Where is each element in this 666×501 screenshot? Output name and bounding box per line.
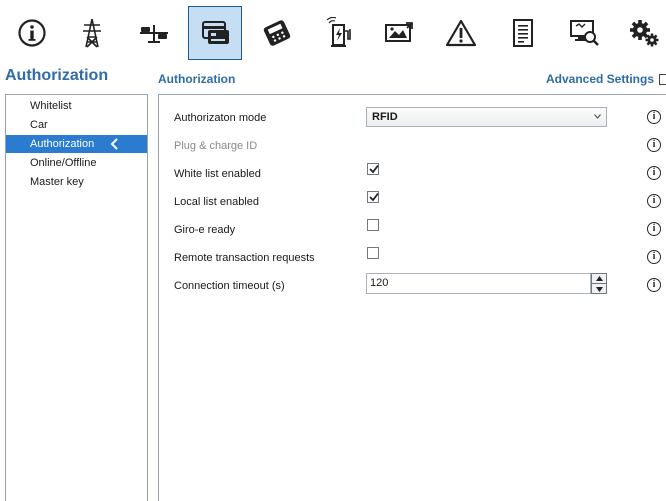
plug-charge-id-label: Plug & charge ID xyxy=(174,140,258,152)
white-list-enabled-checkbox[interactable] xyxy=(367,163,379,175)
warning-icon xyxy=(445,19,477,47)
toolbar-settings-button[interactable] xyxy=(617,6,666,60)
checkmark-icon xyxy=(369,164,379,174)
toolbar-log-button[interactable] xyxy=(496,6,550,60)
info-icon[interactable]: i xyxy=(647,250,661,264)
info-icon[interactable]: i xyxy=(647,166,661,180)
payment-terminal-icon xyxy=(263,20,291,46)
charging-station-icon xyxy=(326,17,351,47)
card-reader-icon xyxy=(202,21,229,44)
authorization-mode-select[interactable]: RFID xyxy=(366,107,607,127)
info-icon[interactable]: i xyxy=(647,222,661,236)
toolbar-grid-button[interactable] xyxy=(65,6,119,60)
toolbar-payment-button[interactable] xyxy=(250,6,304,60)
toolbar-info-button[interactable] xyxy=(5,6,59,60)
toolbar-display-button[interactable] xyxy=(373,6,427,60)
chevron-left-icon xyxy=(110,138,118,150)
balance-icon xyxy=(140,25,168,43)
authorization-mode-value: RFID xyxy=(372,111,398,123)
sidebar-item-online-offline[interactable]: Online/Offline xyxy=(6,154,147,172)
giro-e-ready-label: Giro-e ready xyxy=(174,224,236,236)
toolbar-alerts-button[interactable] xyxy=(434,6,488,60)
connection-timeout-label: Connection timeout (s) xyxy=(174,280,285,292)
giro-e-ready-checkbox[interactable] xyxy=(367,219,379,231)
info-icon[interactable]: i xyxy=(647,110,661,124)
spinner-down-button[interactable] xyxy=(592,284,606,294)
toolbar-load-button[interactable] xyxy=(127,6,181,60)
local-list-enabled-checkbox[interactable] xyxy=(367,191,379,203)
local-list-enabled-label: Local list enabled xyxy=(174,196,260,208)
toolbar xyxy=(0,0,666,62)
connection-timeout-spinner xyxy=(591,273,607,294)
document-icon xyxy=(513,19,533,47)
authorization-mode-label: Authorizaton mode xyxy=(174,112,267,124)
spinner-up-button[interactable] xyxy=(592,274,606,284)
section-title: Authorization xyxy=(158,72,236,86)
settings-panel xyxy=(158,94,666,501)
info-icon[interactable]: i xyxy=(647,138,661,152)
sidebar-item-master-key[interactable]: Master key xyxy=(6,173,147,191)
display-image-icon xyxy=(385,22,413,42)
info-icon[interactable]: i xyxy=(647,278,661,292)
sidebar-item-authorization[interactable]: Authorization xyxy=(6,135,147,153)
toolbar-authorization-button[interactable] xyxy=(188,6,242,60)
remote-diagnostics-icon xyxy=(570,20,599,46)
power-tower-icon xyxy=(83,18,101,48)
advanced-settings-label: Advanced Settings xyxy=(545,72,654,86)
page-title: Authorization xyxy=(5,67,109,84)
sidebar-item-whitelist[interactable]: Whitelist xyxy=(6,97,147,115)
triangle-down-icon xyxy=(595,286,603,292)
checkmark-icon xyxy=(369,192,379,202)
advanced-settings-checkbox[interactable] xyxy=(659,74,666,85)
sidebar: Whitelist Car Authorization Online/Offli… xyxy=(5,94,148,501)
sidebar-item-label: Authorization xyxy=(30,138,95,150)
info-icon xyxy=(18,19,46,47)
remote-transaction-requests-label: Remote transaction requests xyxy=(174,252,315,264)
connection-timeout-input[interactable]: 120 xyxy=(366,273,591,294)
chevron-down-icon xyxy=(594,114,601,119)
white-list-enabled-label: White list enabled xyxy=(174,168,261,180)
triangle-up-icon xyxy=(595,276,603,281)
settings-gears-icon xyxy=(630,20,659,47)
toolbar-diagnostics-button[interactable] xyxy=(557,6,611,60)
remote-transaction-requests-checkbox[interactable] xyxy=(367,247,379,259)
sidebar-item-car[interactable]: Car xyxy=(6,116,147,134)
toolbar-charging-button[interactable] xyxy=(312,6,366,60)
info-icon[interactable]: i xyxy=(647,194,661,208)
